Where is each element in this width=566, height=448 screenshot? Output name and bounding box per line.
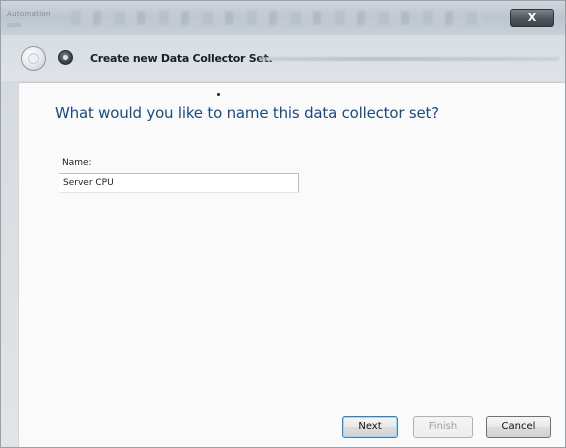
wizard-title: Create new Data Collector Set. (90, 52, 273, 65)
window-title: Automation (7, 10, 51, 18)
cancel-button[interactable]: Cancel (486, 416, 551, 438)
wizard-content-panel (18, 82, 565, 447)
back-button[interactable] (21, 46, 46, 71)
wizard-window: Automation X Create new Data Collector S… (0, 0, 566, 448)
close-button[interactable]: X (510, 9, 554, 27)
title-decoration (7, 23, 21, 27)
page-heading: What would you like to name this data co… (55, 104, 439, 122)
title-decoration-line (259, 57, 559, 61)
name-input[interactable]: Server CPU (59, 173, 299, 192)
focus-dot (217, 93, 220, 96)
name-input-underline (59, 192, 299, 193)
name-label: Name: (62, 158, 92, 168)
back-arrow-icon (28, 53, 39, 64)
finish-button[interactable]: Finish (413, 416, 473, 438)
next-button[interactable]: Next (342, 416, 398, 438)
performance-monitor-icon (58, 50, 73, 65)
title-bar-background (71, 11, 481, 25)
title-bar: Automation X (1, 1, 565, 35)
